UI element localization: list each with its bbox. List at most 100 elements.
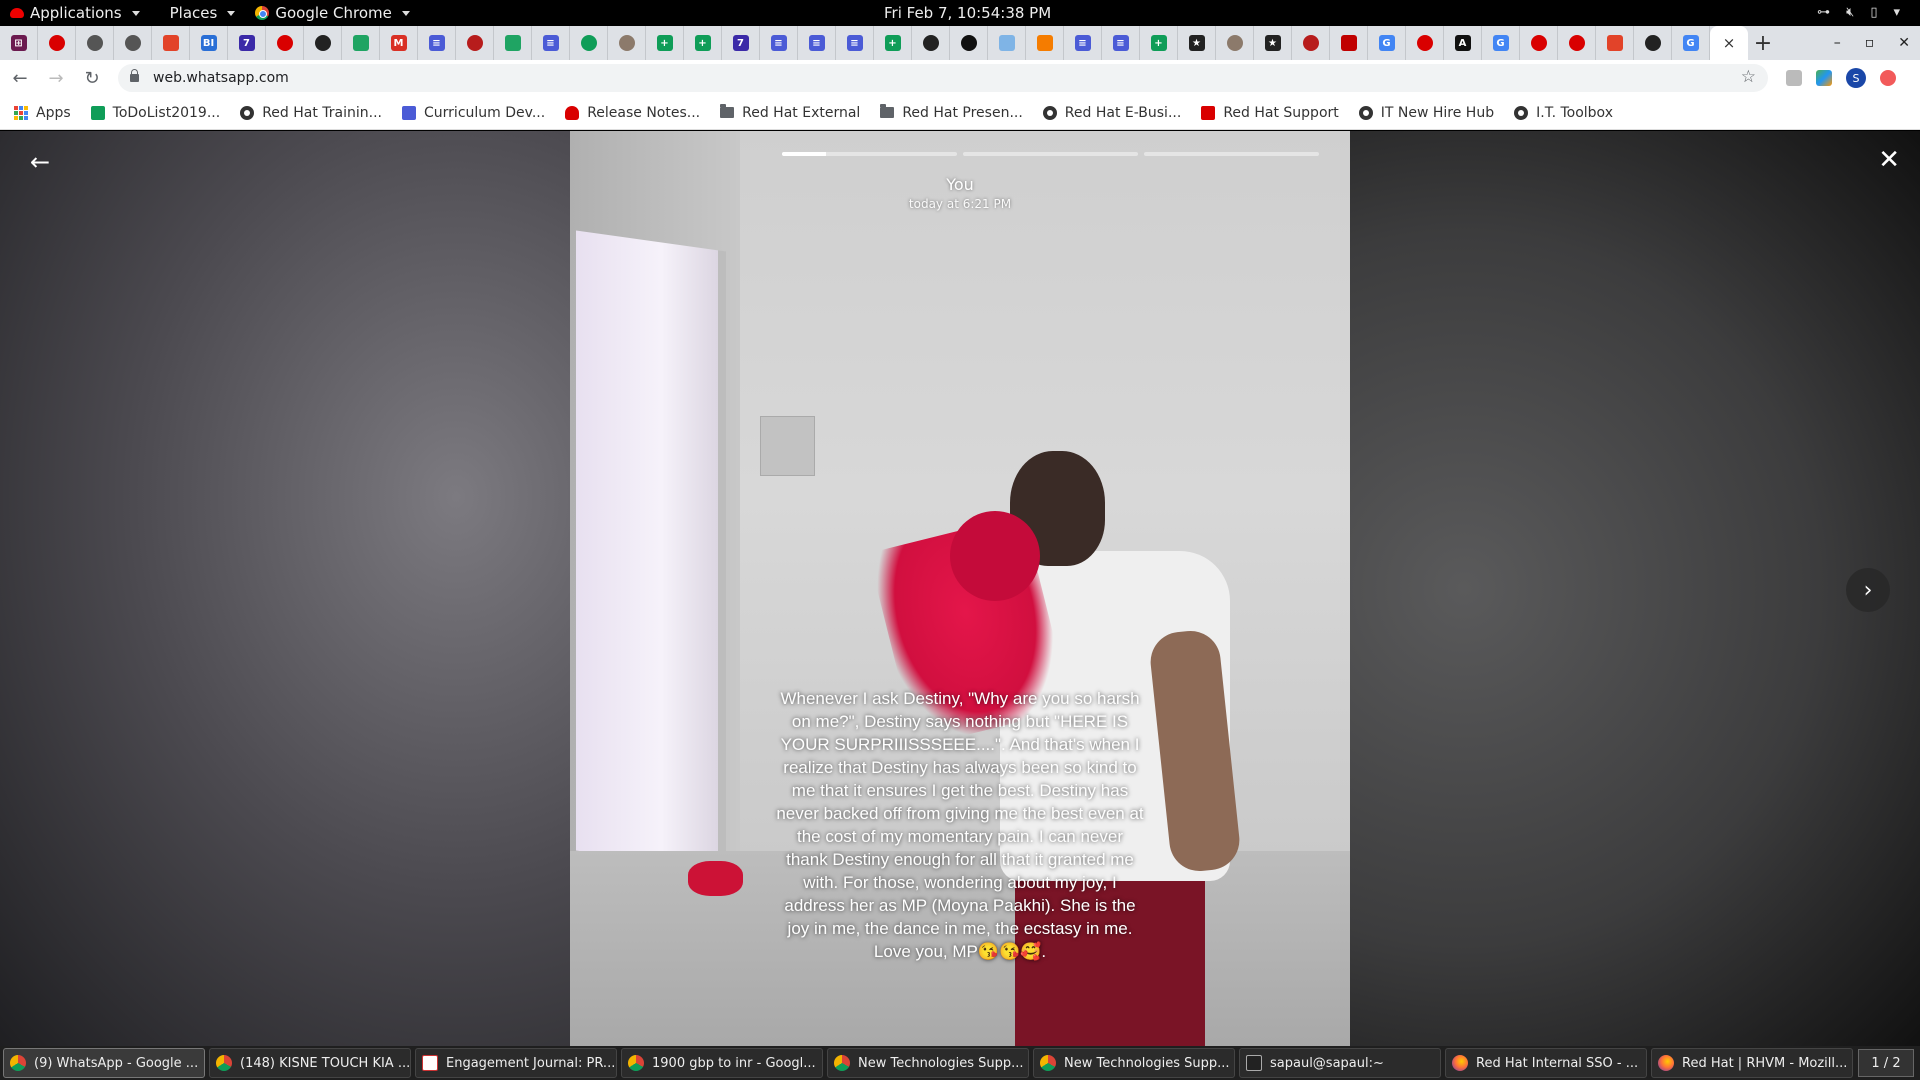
window-list-item[interactable]: 1900 gbp to inr - Googl... bbox=[621, 1048, 823, 1078]
next-status-button[interactable]: › bbox=[1846, 568, 1890, 612]
chevron-down-icon bbox=[401, 10, 410, 16]
bookmark-item[interactable]: Curriculum Dev... bbox=[402, 105, 545, 121]
blurred-background-left bbox=[0, 131, 570, 1046]
new-tab-button[interactable]: + bbox=[1748, 26, 1778, 60]
window-list-item[interactable]: sapaul@sapaul:~ bbox=[1239, 1048, 1441, 1078]
bookmark-item[interactable]: Red Hat External bbox=[720, 104, 860, 121]
close-window-icon[interactable]: ✕ bbox=[1898, 35, 1910, 51]
bookmark-item[interactable]: Apps bbox=[14, 105, 71, 121]
pinned-tab[interactable]: + bbox=[646, 26, 684, 60]
bookmark-label: I.T. Toolbox bbox=[1536, 104, 1613, 121]
progress-segment bbox=[963, 152, 1138, 156]
pinned-tab[interactable] bbox=[1558, 26, 1596, 60]
applications-menu[interactable]: Applications bbox=[0, 0, 150, 26]
pinned-tab[interactable]: ≡ bbox=[798, 26, 836, 60]
close-icon[interactable]: ✕ bbox=[1878, 145, 1900, 175]
back-arrow-icon[interactable]: ← bbox=[30, 148, 50, 176]
pinned-tab[interactable]: + bbox=[684, 26, 722, 60]
pinned-tab[interactable]: ≡ bbox=[532, 26, 570, 60]
window-list-item[interactable]: Red Hat Internal SSO - ... bbox=[1445, 1048, 1647, 1078]
pinned-tab[interactable] bbox=[456, 26, 494, 60]
pinned-tab[interactable] bbox=[570, 26, 608, 60]
pinned-tab[interactable] bbox=[950, 26, 988, 60]
workspace-indicator[interactable]: 1 / 2 bbox=[1858, 1049, 1914, 1077]
window-list-item[interactable]: (9) WhatsApp - Google ... bbox=[3, 1048, 205, 1078]
pinned-tab[interactable] bbox=[1330, 26, 1368, 60]
extension-icon[interactable] bbox=[1816, 70, 1832, 86]
bookmark-item[interactable]: Red Hat Trainin... bbox=[240, 105, 382, 121]
bookmark-item[interactable]: ToDoList2019... bbox=[90, 105, 220, 121]
bookmark-item[interactable]: Red Hat Presen... bbox=[880, 104, 1023, 121]
url-text: web.whatsapp.com bbox=[153, 70, 289, 86]
bookmark-item[interactable]: Red Hat Support bbox=[1201, 105, 1339, 121]
folder-icon bbox=[880, 104, 895, 118]
pinned-tab[interactable]: ★ bbox=[1178, 26, 1216, 60]
pinned-tab[interactable]: ★ bbox=[1254, 26, 1292, 60]
system-tray[interactable]: ⊶ 🔇︎ ▯ ▾ bbox=[1817, 5, 1900, 20]
reload-button[interactable]: ↻ bbox=[76, 62, 108, 94]
pinned-tab[interactable]: M bbox=[380, 26, 418, 60]
pinned-tab[interactable] bbox=[266, 26, 304, 60]
window-list: (9) WhatsApp - Google ... (148) KISNE TOU… bbox=[0, 1046, 1920, 1080]
document-icon bbox=[422, 1055, 438, 1071]
pinned-tab[interactable] bbox=[1406, 26, 1444, 60]
clock[interactable]: Fri Feb 7, 10:54:38 PM bbox=[884, 4, 1051, 22]
pinned-tab[interactable] bbox=[1596, 26, 1634, 60]
pinned-tab[interactable]: G bbox=[1482, 26, 1520, 60]
bookmark-item[interactable]: IT New Hire Hub bbox=[1358, 105, 1494, 121]
pinned-tab[interactable] bbox=[912, 26, 950, 60]
bookmark-item[interactable]: Release Notes... bbox=[565, 105, 700, 121]
window-list-item[interactable]: Engagement Journal: PR... bbox=[415, 1048, 617, 1078]
pinned-tab[interactable] bbox=[38, 26, 76, 60]
pinned-tab[interactable]: ≡ bbox=[1102, 26, 1140, 60]
window-list-item[interactable]: Red Hat | RHVM - Mozill... bbox=[1651, 1048, 1853, 1078]
window-list-item[interactable]: New Technologies Supp... bbox=[1033, 1048, 1235, 1078]
extension-icon[interactable] bbox=[1786, 70, 1802, 86]
sheets-icon bbox=[90, 105, 105, 120]
pinned-tab[interactable] bbox=[1292, 26, 1330, 60]
window-list-item[interactable]: New Technologies Supp... bbox=[827, 1048, 1029, 1078]
pinned-tab[interactable]: + bbox=[874, 26, 912, 60]
pinned-tab[interactable]: 7 bbox=[722, 26, 760, 60]
pinned-tab[interactable] bbox=[1634, 26, 1672, 60]
status-story[interactable]: You today at 6:21 PM Whenever I ask Dest… bbox=[570, 131, 1350, 1046]
pinned-tab[interactable] bbox=[988, 26, 1026, 60]
pinned-tab[interactable] bbox=[114, 26, 152, 60]
window-list-item[interactable]: (148) KISNE TOUCH KIA ... bbox=[209, 1048, 411, 1078]
pinned-tab[interactable] bbox=[304, 26, 342, 60]
pinned-tab[interactable]: BI bbox=[190, 26, 228, 60]
forward-button[interactable]: → bbox=[40, 62, 72, 94]
pinned-tab[interactable] bbox=[1026, 26, 1064, 60]
pinned-tab[interactable] bbox=[152, 26, 190, 60]
bookmark-item[interactable]: Red Hat E-Busi... bbox=[1042, 105, 1181, 121]
pinned-tab[interactable] bbox=[342, 26, 380, 60]
active-tab[interactable]: × bbox=[1710, 26, 1748, 60]
back-button[interactable]: ← bbox=[4, 62, 36, 94]
pinned-tab[interactable]: ⊞ bbox=[0, 26, 38, 60]
minimize-icon[interactable]: – bbox=[1834, 35, 1841, 51]
pinned-tab[interactable]: ≡ bbox=[418, 26, 456, 60]
pinned-tab[interactable]: ≡ bbox=[836, 26, 874, 60]
close-tab-icon[interactable]: × bbox=[1723, 34, 1736, 52]
places-menu[interactable]: Places bbox=[160, 0, 246, 26]
bookmark-star-icon[interactable]: ☆ bbox=[1741, 67, 1756, 87]
pinned-tab[interactable]: A bbox=[1444, 26, 1482, 60]
pinned-tab[interactable]: + bbox=[1140, 26, 1178, 60]
pinned-tab[interactable] bbox=[494, 26, 532, 60]
pinned-tab[interactable]: ≡ bbox=[1064, 26, 1102, 60]
redhat-icon bbox=[1416, 35, 1433, 51]
address-bar[interactable]: web.whatsapp.com ☆ bbox=[118, 64, 1768, 92]
pinned-tab[interactable] bbox=[1216, 26, 1254, 60]
bookmark-item[interactable]: I.T. Toolbox bbox=[1514, 105, 1613, 121]
pinned-tab[interactable] bbox=[76, 26, 114, 60]
pinned-tab[interactable]: G bbox=[1672, 26, 1710, 60]
pinned-tab[interactable] bbox=[1520, 26, 1558, 60]
pinned-tab[interactable]: ≡ bbox=[760, 26, 798, 60]
pinned-tab[interactable]: G bbox=[1368, 26, 1406, 60]
extension-icon[interactable] bbox=[1880, 70, 1896, 86]
maximize-icon[interactable]: ▫ bbox=[1865, 35, 1875, 51]
pinned-tab[interactable]: 7 bbox=[228, 26, 266, 60]
pinned-tab[interactable] bbox=[608, 26, 646, 60]
profile-avatar[interactable]: S bbox=[1846, 68, 1866, 88]
app-menu[interactable]: Google Chrome bbox=[245, 0, 420, 26]
